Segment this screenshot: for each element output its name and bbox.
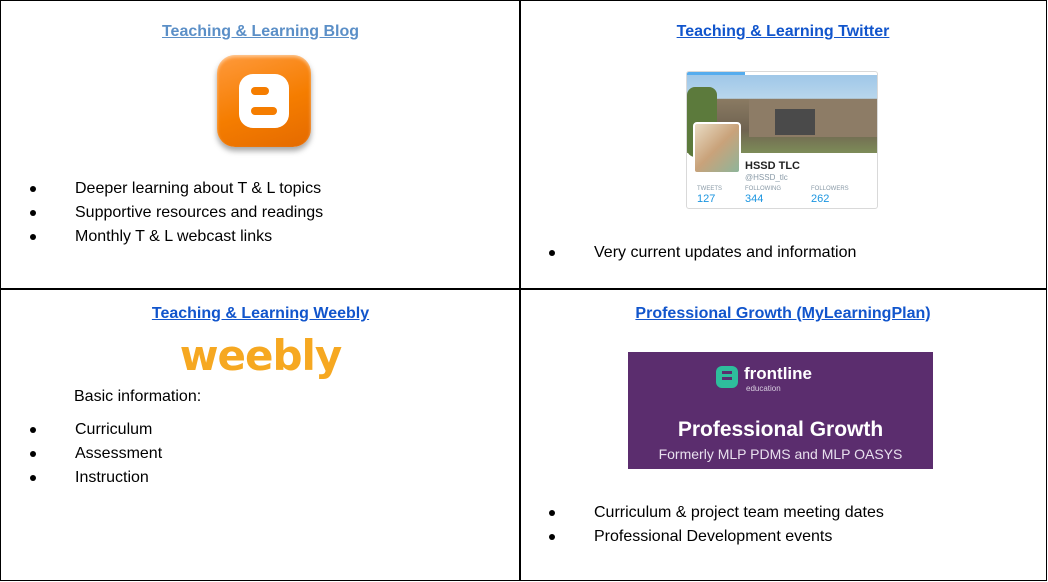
banner-subheading: Formerly MLP PDMS and MLP OASYS [658,446,903,462]
cell-twitter: Teaching & Learning Twitter HSSD TLC @HS… [519,0,1047,290]
list-item: Monthly T & L webcast links [1,225,323,249]
list-item: Instruction [1,466,162,490]
weebly-intro: Basic information: [74,388,202,405]
avatar [693,122,741,174]
cell-growth: Professional Growth (MyLearningPlan) fro… [519,288,1047,581]
list-item: Supportive resources and readings [1,201,323,225]
weebly-bullet-list: Curriculum Assessment Instruction [1,418,162,490]
blog-link[interactable]: Teaching & Learning Blog [1,23,520,41]
twitter-handle: @HSSD_tlc [745,173,788,182]
frontline-logo-icon [716,366,738,388]
list-item: Curriculum [1,418,162,442]
banner-heading: Professional Growth [677,418,884,441]
cell-weebly: Teaching & Learning Weebly weebly Basic … [0,288,521,581]
blogger-logo-icon[interactable] [217,55,311,147]
frontline-brand-sub: education [746,384,781,393]
list-item: Very current updates and information [520,241,856,265]
twitter-profile-card[interactable]: HSSD TLC @HSSD_tlc TWEETS 127 FOLLOWING … [686,71,878,209]
stat-label-tweets: TWEETS [697,186,722,192]
list-item: Curriculum & project team meeting dates [520,501,884,525]
list-item: Assessment [1,442,162,466]
twitter-bullet-list: Very current updates and information [520,241,856,265]
stat-label-following: FOLLOWING [745,186,782,192]
cell-blog: Teaching & Learning Blog Deeper learning… [0,0,521,290]
twitter-link[interactable]: Teaching & Learning Twitter [520,23,1046,41]
weebly-logo-icon[interactable]: weebly [1,331,520,381]
frontline-brand: frontline [744,364,812,383]
list-item: Deeper learning about T & L topics [1,177,323,201]
weebly-link[interactable]: Teaching & Learning Weebly [1,305,520,323]
list-item: Professional Development events [520,525,884,549]
growth-link[interactable]: Professional Growth (MyLearningPlan) [520,305,1046,323]
stat-value-tweets: 127 [697,193,716,205]
blog-bullet-list: Deeper learning about T & L topics Suppo… [1,177,323,249]
growth-bullet-list: Curriculum & project team meeting dates … [520,501,884,549]
frontline-banner[interactable]: frontline education Professional Growth … [628,352,933,469]
stat-value-following: 344 [745,193,764,205]
twitter-profile-name: HSSD TLC [745,160,800,172]
stat-value-followers: 262 [811,193,830,205]
resources-table: Teaching & Learning Blog Deeper learning… [0,0,1047,581]
stat-label-followers: FOLLOWERS [811,186,849,192]
